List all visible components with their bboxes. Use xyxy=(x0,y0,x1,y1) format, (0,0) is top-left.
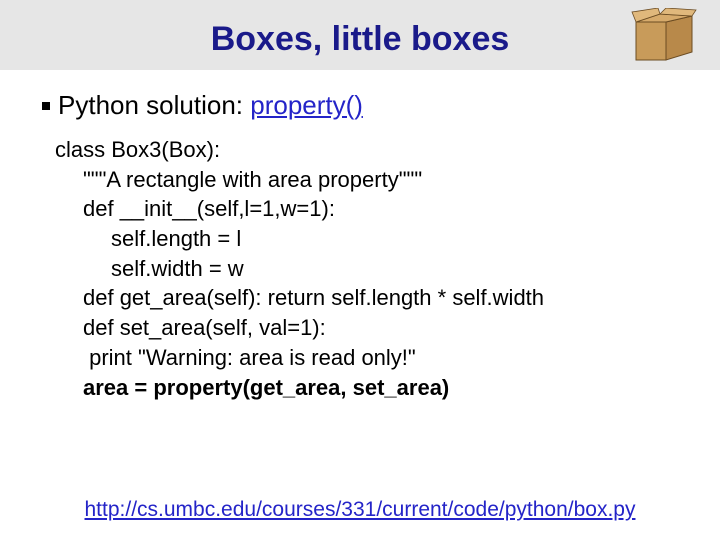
bullet-text: Python solution: property() xyxy=(58,90,363,121)
source-url-link[interactable]: http://cs.umbc.edu/courses/331/current/c… xyxy=(85,498,636,521)
bullet-icon xyxy=(42,102,50,110)
footer-link-container: http://cs.umbc.edu/courses/331/current/c… xyxy=(0,498,720,522)
code-line: def __init__(self,l=1,w=1): xyxy=(55,194,720,224)
code-line: """A rectangle with area property""" xyxy=(55,165,720,195)
slide-title: Boxes, little boxes xyxy=(0,20,720,59)
bullet-line: Python solution: property() xyxy=(42,90,720,121)
code-line-bold: area = property(get_area, set_area) xyxy=(55,373,720,403)
property-link[interactable]: property() xyxy=(250,90,363,120)
code-line: class Box3(Box): xyxy=(55,135,720,165)
cardboard-box-icon xyxy=(630,8,700,66)
header-bar: Boxes, little boxes xyxy=(0,0,720,70)
code-line: def get_area(self): return self.length *… xyxy=(55,283,720,313)
code-line: self.width = w xyxy=(55,254,720,284)
bullet-prefix: Python solution: xyxy=(58,90,250,120)
code-line: print "Warning: area is read only!" xyxy=(55,343,720,373)
code-line: def set_area(self, val=1): xyxy=(55,313,720,343)
code-line: self.length = l xyxy=(55,224,720,254)
code-block: class Box3(Box): """A rectangle with are… xyxy=(55,135,720,402)
